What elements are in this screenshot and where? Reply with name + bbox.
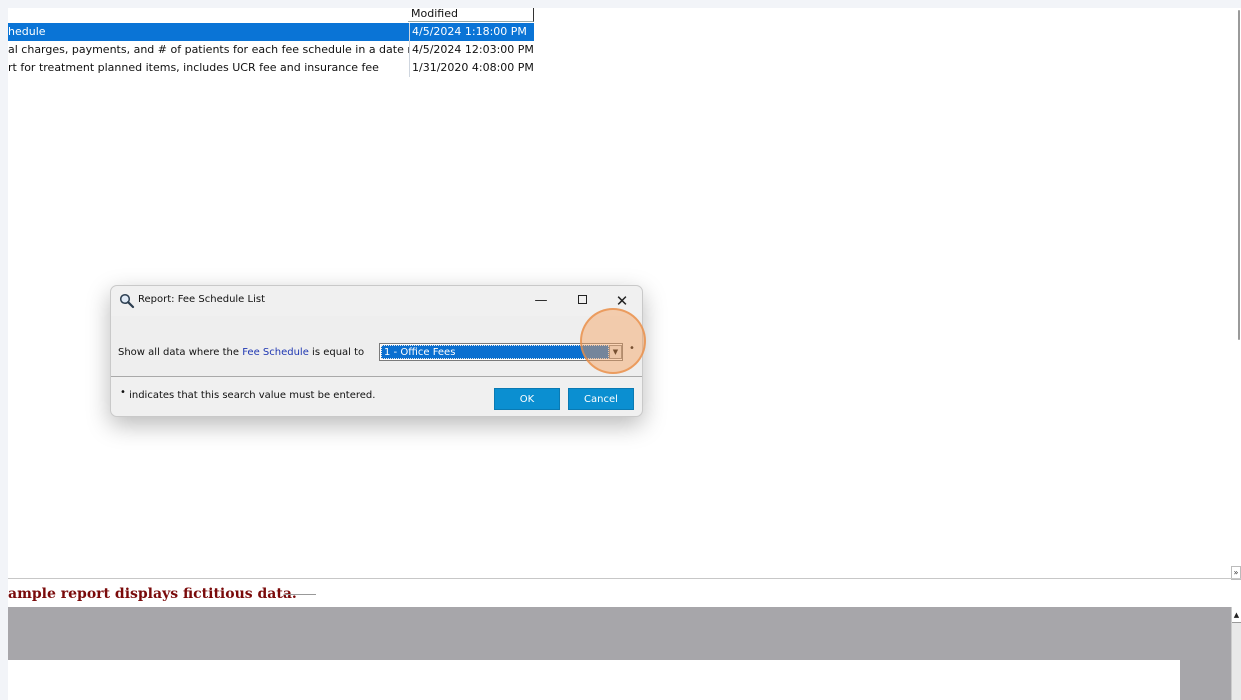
magnifier-icon [119,293,135,309]
criteria-sentence: Show all data where the Fee Schedule is … [118,347,364,358]
report-row-treatment-planned[interactable]: rt for treatment planned items, includes… [8,59,534,77]
report-modified: 4/5/2024 12:03:00 PM [412,43,534,56]
column-separator [409,59,410,77]
close-icon[interactable]: ✕ [607,290,637,312]
report-description: hedule [8,25,46,38]
report-preview-pane [8,607,1231,700]
criteria-prefix: Show all data where the [118,347,240,358]
report-modified: 1/31/2020 4:08:00 PM [412,61,534,74]
scroll-up-icon[interactable]: ▲ [1232,607,1241,623]
report-preview-page [8,660,1180,700]
dialog-titlebar[interactable]: Report: Fee Schedule List — ✕ [111,286,642,316]
dropdown-arrow-icon[interactable]: ▼ [609,345,622,359]
required-bullet: • [120,387,126,398]
criteria-operator: is equal to [312,347,365,358]
pane-divider[interactable] [8,578,1241,579]
required-marker: • [629,343,635,354]
maximize-icon[interactable] [567,290,597,312]
column-separator [409,23,410,41]
column-separator [409,41,410,59]
fee-schedule-value: 1 - Office Fees [381,345,609,359]
required-note-text: indicates that this search value must be… [129,390,376,401]
fee-schedule-select[interactable]: 1 - Office Fees ▼ [379,343,623,361]
sample-report-notice: ample report displays fictitious data. [8,586,297,602]
cancel-button[interactable]: Cancel [568,388,634,410]
criteria-area: Show all data where the Fee Schedule is … [111,316,642,377]
preview-scrollbar[interactable]: ▲ [1231,607,1241,700]
minimize-icon[interactable]: — [526,290,556,312]
list-scrollbar[interactable] [1231,8,1241,583]
criteria-field-link[interactable]: Fee Schedule [242,347,309,358]
dialog-title: Report: Fee Schedule List [138,294,265,305]
report-row-fee-schedule[interactable]: hedule 4/5/2024 1:18:00 PM [8,23,534,41]
report-row-fee-totals[interactable]: al charges, payments, and # of patients … [8,41,534,59]
report-description: rt for treatment planned items, includes… [8,61,379,74]
column-header-modified[interactable]: Modified [408,8,534,22]
report-criteria-dialog: Report: Fee Schedule List — ✕ Show all d… [110,285,643,417]
dialog-footer: • indicates that this search value must … [111,377,642,416]
required-note: • indicates that this search value must … [120,387,376,401]
report-modified: 4/5/2024 1:18:00 PM [412,25,527,38]
notice-rule [284,594,316,595]
report-description: al charges, payments, and # of patients … [8,43,409,56]
scrollbar-thumb[interactable] [1238,10,1240,340]
ok-button[interactable]: OK [494,388,560,410]
